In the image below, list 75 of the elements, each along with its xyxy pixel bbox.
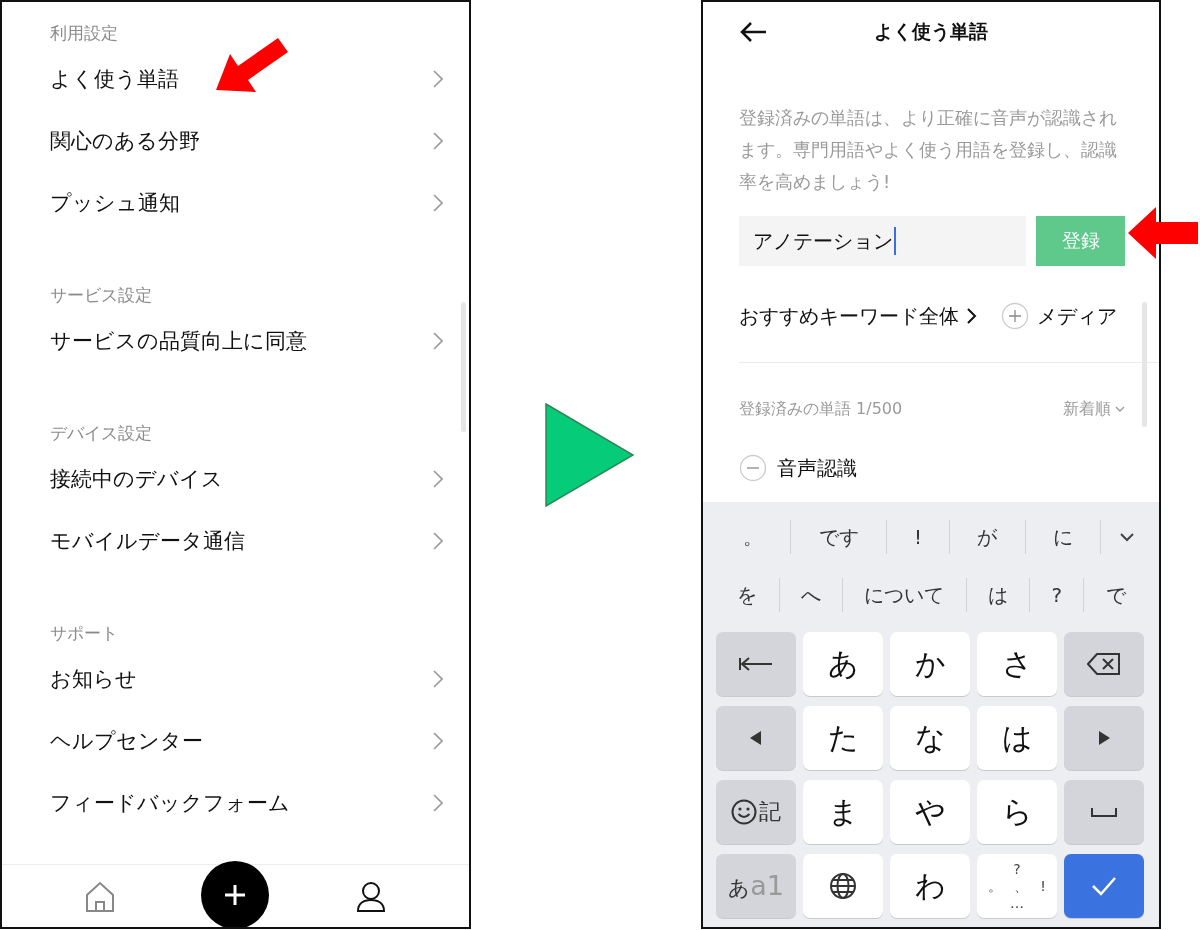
chevron-right-icon <box>433 194 443 212</box>
settings-item[interactable]: ヘルプセンター <box>50 710 443 772</box>
keyboard-key[interactable] <box>1064 632 1144 696</box>
chevron-right-icon <box>433 670 443 688</box>
candidate-word[interactable]: が <box>950 523 1025 551</box>
candidate-word[interactable]: です <box>791 523 886 551</box>
settings-item[interactable]: モバイルデータ通信 <box>50 510 443 572</box>
candidate-word[interactable]: ? <box>1030 583 1084 607</box>
candidate-word[interactable]: について <box>843 581 966 609</box>
chevron-down-icon <box>1115 405 1125 413</box>
triangle-right-icon <box>1098 731 1110 745</box>
chevron-right-icon <box>433 70 443 88</box>
keyword-filter[interactable]: メディア <box>1001 302 1117 330</box>
backspace-icon <box>1087 652 1121 676</box>
keyboard-key[interactable]: ? 。 、 ! … <box>977 854 1057 918</box>
keyboard-key[interactable] <box>803 854 883 918</box>
pointer-arrow-icon <box>1126 204 1200 262</box>
keyboard-key[interactable]: わ <box>890 854 970 918</box>
chevron-right-icon <box>433 470 443 488</box>
chevron-down-icon[interactable] <box>1119 532 1135 542</box>
chevron-right-icon <box>433 132 443 150</box>
keyboard-key[interactable]: ら <box>977 780 1057 844</box>
space-icon <box>1091 807 1117 817</box>
keyboard-key[interactable]: た <box>803 706 883 770</box>
description-text: 登録済みの単語は、より正確に音声が認識されます。専門用語やよく使う用語を登録し、認識率を高めましょう! <box>739 106 1118 194</box>
home-icon[interactable] <box>85 881 116 913</box>
keyboard-key[interactable]: 記 <box>716 780 796 844</box>
pointer-arrow-icon <box>214 36 290 94</box>
chevron-right-icon <box>433 794 443 812</box>
screen-title: よく使う単語 <box>874 19 988 44</box>
globe-icon <box>829 872 857 900</box>
keyboard-key[interactable]: あ <box>803 632 883 696</box>
candidate-word[interactable]: ! <box>886 525 950 549</box>
settings-item[interactable]: 関心のある分野 <box>50 110 443 172</box>
candidate-word[interactable]: に <box>1025 523 1100 551</box>
chevron-right-icon <box>433 732 443 750</box>
candidate-word[interactable]: で <box>1084 581 1147 609</box>
chevron-right-icon <box>433 332 443 350</box>
settings-item[interactable]: フィードバックフォーム <box>50 772 443 834</box>
settings-item[interactable]: プッシュ通知 <box>50 172 443 234</box>
candidate-word[interactable]: は <box>966 581 1030 609</box>
settings-item[interactable]: よく使う単語 <box>50 48 443 110</box>
settings-item[interactable]: お知らせ <box>50 648 443 710</box>
chevron-right-icon <box>967 308 977 324</box>
settings-item[interactable]: サービスの品質向上に同意 <box>50 310 443 372</box>
keyboard-key[interactable]: ま <box>803 780 883 844</box>
section-header: デバイス設定 <box>50 422 153 445</box>
plus-circle-icon <box>1001 302 1029 330</box>
smiley-icon <box>731 799 757 825</box>
plus-icon <box>224 884 247 906</box>
word-input-field[interactable]: アノテーション <box>739 216 1026 266</box>
keyboard-key[interactable]: さ <box>977 632 1057 696</box>
list-header: 登録済みの単語 1/500 <box>739 398 903 420</box>
settings-item[interactable]: 接続中のデバイス <box>50 448 443 510</box>
word-label: 音声認識 <box>777 454 857 482</box>
profile-icon[interactable] <box>355 881 386 913</box>
candidate-word[interactable]: を <box>716 581 779 609</box>
keyboard-key[interactable]: や <box>890 780 970 844</box>
back-arrow-icon <box>739 656 773 672</box>
keyboard-key[interactable]: あ a1 <box>716 854 796 918</box>
keyboard-key[interactable]: は <box>977 706 1057 770</box>
triangle-left-icon <box>750 731 762 745</box>
section-header: サポート <box>50 622 119 645</box>
section-header: 利用設定 <box>50 22 119 45</box>
keyboard-key[interactable] <box>716 632 796 696</box>
keyboard-key[interactable]: か <box>890 632 970 696</box>
candidate-word[interactable]: 。 <box>716 523 791 551</box>
candidate-word[interactable]: へ <box>779 581 843 609</box>
triangle-arrow-icon <box>545 403 635 507</box>
chevron-right-icon <box>433 532 443 550</box>
keyword-filter[interactable]: おすすめキーワード全体 <box>739 302 977 330</box>
back-arrow-icon[interactable] <box>739 21 767 43</box>
section-header: サービス設定 <box>50 284 153 307</box>
keyboard-key[interactable]: な <box>890 706 970 770</box>
check-icon <box>1091 876 1117 896</box>
